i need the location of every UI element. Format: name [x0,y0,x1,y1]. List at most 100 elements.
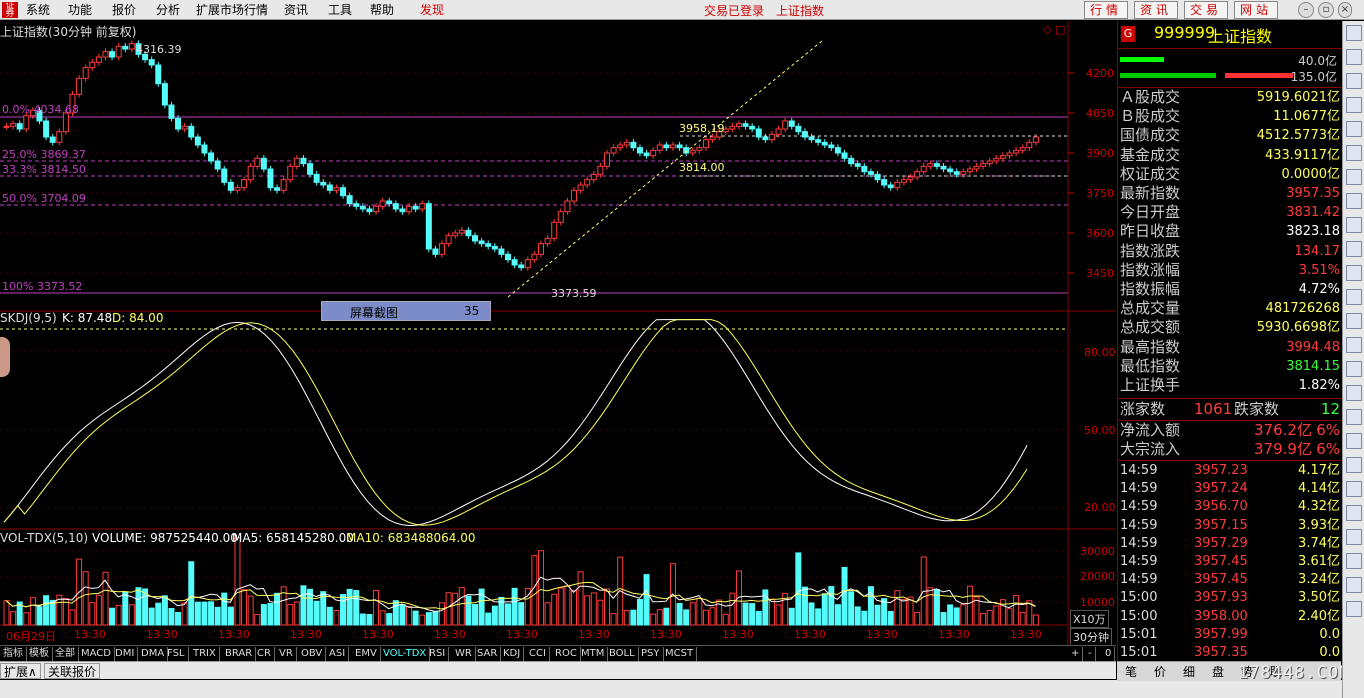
menu-system[interactable]: 系统 [26,2,50,18]
rsi-icon[interactable] [1346,409,1362,425]
menu-help[interactable]: 帮助 [370,2,394,18]
candle-body [320,181,327,186]
indicator-tab-sar[interactable]: SAR [474,647,502,661]
indicator-tab-模板[interactable]: 模板 [26,647,53,661]
net-inflow-pct: 6% [1316,421,1340,439]
tab-extend[interactable]: 扩展∧ [0,663,41,679]
indicator-tab-wr[interactable]: WR [452,647,476,661]
skdj-k-value: K: 87.48 [62,311,113,325]
kline-icon[interactable] [1346,97,1362,113]
candle-body [300,157,307,165]
link-icon[interactable] [1346,265,1362,281]
time-tick: 13:30 [434,628,466,641]
expand-icon[interactable] [1346,481,1362,497]
compass-icon[interactable] [1346,505,1362,521]
tick-row[interactable]: 14:59 3957.24 4.14亿 [1118,480,1342,498]
indicator-tab-brar[interactable]: BRAR [222,647,257,661]
tick-row[interactable]: 15:00 3958.00 2.40亿 [1118,608,1342,626]
chevron-up-icon[interactable] [1346,553,1362,569]
o-icon-icon[interactable] [1346,385,1362,401]
close-icon[interactable]: × [1338,2,1352,18]
website-button[interactable]: 网站 [1234,1,1278,19]
sheet-icon[interactable] [1346,433,1362,449]
screenshot-tooltip[interactable]: 屏幕截图 35 [321,301,491,321]
tick-row[interactable]: 15:00 3957.93 3.50亿 [1118,589,1342,607]
indicator-tab-kdj[interactable]: KDJ [500,647,525,661]
tick-row[interactable]: 14:59 3957.45 3.24亿 [1118,571,1342,589]
indicator-tab-指标[interactable]: 指标 [0,647,27,661]
tick-row[interactable]: 14:59 3956.70 4.32亿 [1118,498,1342,516]
tick-row[interactable]: 15:01 3957.35 0.0 [1118,644,1342,662]
indicator-tab-全部[interactable]: 全部 [52,647,79,661]
chevron-down-icon[interactable] [1346,577,1362,593]
news-icon[interactable] [1346,169,1362,185]
chart-maximize-icon[interactable]: □ [1055,23,1065,36]
quote-tab[interactable]: 细 [1175,663,1203,680]
chart-canvas[interactable] [0,21,1116,645]
up-arrow-icon[interactable] [1346,25,1362,41]
indicator-tab-roc[interactable]: ROC [552,647,581,661]
fib-label-100: 100% 3373.52 [2,280,83,293]
fiz-icon[interactable] [1346,289,1362,305]
indicator-tab-dmi[interactable]: DMI [112,647,139,661]
menu-analysis[interactable]: 分析 [156,2,180,18]
quote-button[interactable]: 行情 [1084,1,1128,19]
quote-list-icon[interactable] [1346,49,1362,65]
chevron-left-icon[interactable] [1346,529,1362,545]
indicator-tab-psy[interactable]: PSY [638,647,664,661]
indicator-tab-vol-tdx[interactable]: VOL-TDX [380,647,431,661]
volume-bar [643,574,650,626]
grid-icon-icon[interactable] [1346,361,1362,377]
chart-icon[interactable] [1346,73,1362,89]
indicator-tab-boll[interactable]: BOLL [606,647,639,661]
tick-row[interactable]: 14:59 3957.15 3.93亿 [1118,517,1342,535]
menu-extended-market[interactable]: 扩展市场行情 [196,2,268,18]
indicator-tab-mcst[interactable]: MCST [662,647,698,661]
trend-line[interactable] [507,40,823,298]
chart-options-icon[interactable]: ◇ [1043,23,1051,36]
indicator-tab-mtm[interactable]: MTM [578,647,609,661]
period-selector[interactable]: 30分钟 [1070,628,1112,646]
menu-news[interactable]: 资讯 [284,2,308,18]
tab-control-zero[interactable]: 0 [1102,647,1116,661]
indicator-tab-macd[interactable]: MACD [78,647,115,661]
v-icon-icon[interactable] [1346,457,1362,473]
menu-function[interactable]: 功能 [68,2,92,18]
tick-row[interactable]: 15:01 3957.99 0.0 [1118,626,1342,644]
quote-tab[interactable]: 笔 [1117,663,1145,680]
tick-row[interactable]: 14:59 3957.29 3.74亿 [1118,535,1342,553]
m-icon-icon[interactable] [1346,313,1362,329]
restore-icon[interactable]: ▫ [1318,2,1334,18]
indicator-tab-vr[interactable]: VR [276,647,297,661]
indicator-tab-trix[interactable]: TRIX [190,647,220,661]
indicator-tab-obv[interactable]: OBV [298,647,327,661]
indicator-tab-rsi[interactable]: RSI [426,647,450,661]
rank-icon[interactable] [1346,241,1362,257]
ab-icon-icon[interactable] [1346,337,1362,353]
indicator-tab-emv[interactable]: EMV [352,647,381,661]
indicator-tab-fsl[interactable]: FSL [164,647,189,661]
tick-row[interactable]: 14:59 3957.23 4.17亿 [1118,462,1342,480]
tick-row[interactable]: 14:59 3957.45 3.61亿 [1118,553,1342,571]
menu-tools[interactable]: 工具 [328,2,352,18]
news-button[interactable]: 资讯 [1134,1,1178,19]
menu-quote[interactable]: 报价 [112,2,136,18]
calc-icon[interactable] [1346,121,1362,137]
tab-related-quote[interactable]: 关联报价 [44,663,101,679]
tab-control-minus[interactable]: - [1085,647,1096,661]
h-icon-icon[interactable] [1346,217,1362,233]
minimize-icon[interactable]: – [1298,2,1314,18]
quote-tab[interactable]: 盘 [1204,663,1232,680]
side-expand-handle[interactable] [0,337,10,377]
trade-button[interactable]: 交易 [1184,1,1228,19]
triangle-down-icon[interactable] [1346,601,1362,617]
chart-area[interactable]: 上证指数(30分钟 前复权) ◇ □ 4316.39 3373.59 0.0% … [0,21,1116,646]
f-icon-icon[interactable] [1346,193,1362,209]
menu-discover[interactable]: 发现 [420,2,444,18]
indicator-tab-cr[interactable]: CR [254,647,275,661]
quote-tab[interactable]: 价 [1146,663,1174,680]
indicator-tab-asi[interactable]: ASI [326,647,350,661]
indicator-tab-cci[interactable]: CCI [526,647,550,661]
tab-control-plus[interactable]: + [1068,647,1084,661]
f10-icon[interactable] [1346,145,1362,161]
